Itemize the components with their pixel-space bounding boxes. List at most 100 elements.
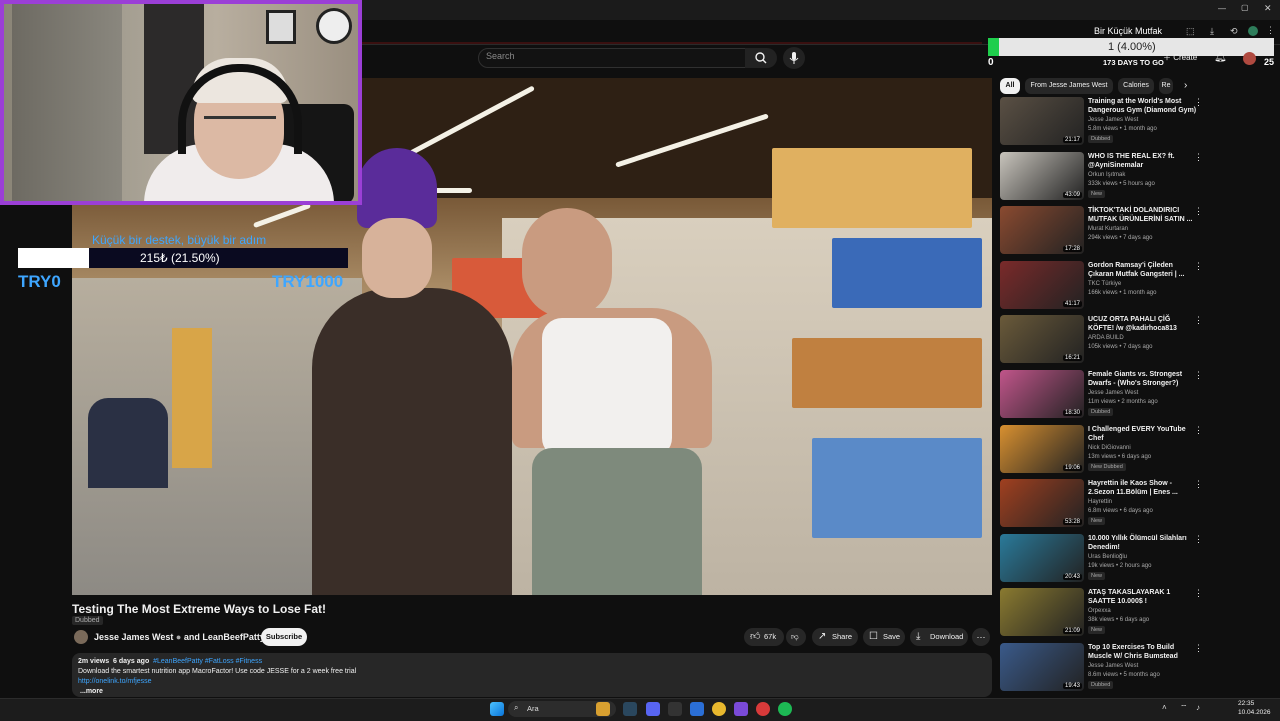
app-icon[interactable] — [690, 702, 704, 716]
kebab-menu-icon[interactable]: ⋮ — [1194, 97, 1203, 108]
extension-icon[interactable]: ⬚ — [1186, 26, 1195, 37]
related-video-channel[interactable]: Jesse James West — [1088, 663, 1138, 669]
spotify-icon[interactable] — [778, 702, 792, 716]
chevron-up-icon[interactable]: ˄ — [1162, 703, 1167, 712]
video-thumbnail[interactable]: 20:43 — [1000, 533, 1084, 582]
related-video-item[interactable]: 21:09 ATAŞ TAKASLAYARAK 1 SAATTE 10.000$ … — [1000, 588, 1210, 640]
related-video-item[interactable]: 17:28 TİKTOK'TAKİ DOLANDIRICI MUTFAK ÜRÜN… — [1000, 206, 1210, 258]
like-button[interactable]: 👍︎ 67k — [744, 628, 784, 646]
video-thumbnail[interactable]: 16:21 — [1000, 315, 1084, 364]
kebab-menu-icon[interactable]: ⋮ — [1194, 152, 1203, 163]
related-video-item[interactable]: 43:09 WHO IS THE REAL EX? ft. @AyniSinema… — [1000, 151, 1210, 204]
history-icon[interactable]: ⟲ — [1230, 26, 1238, 37]
profile-avatar[interactable] — [1248, 26, 1258, 36]
close-icon[interactable]: ✕ — [1264, 3, 1272, 14]
more-menu-icon[interactable]: ⋮ — [1266, 25, 1275, 36]
description-tags[interactable]: #LeanBeefPatty #FatLoss #Fitness — [153, 658, 262, 665]
related-video-title[interactable]: I Challenged EVERY YouTube Chef — [1088, 425, 1198, 443]
subscribe-button[interactable]: Subscribe — [261, 628, 307, 646]
channel-avatar[interactable] — [74, 630, 88, 644]
search-input[interactable]: Search — [486, 51, 515, 61]
wifi-icon[interactable]: ⌔ — [1180, 703, 1188, 713]
related-video-title[interactable]: UCUZ ORTA PAHALI ÇİĞ KÖFTE! /w @kadirhoc… — [1088, 315, 1198, 333]
related-video-title[interactable]: Gordon Ramsay'i Çileden Çıkaran Mutfak G… — [1088, 261, 1198, 279]
related-video-channel[interactable]: Orkun Işıtmak — [1088, 172, 1125, 178]
video-thumbnail[interactable]: 21:17 — [1000, 97, 1084, 145]
related-video-channel[interactable]: ARDA BUILD — [1088, 335, 1124, 341]
app-icon[interactable] — [756, 702, 770, 716]
minimize-icon[interactable]: — — [1218, 4, 1226, 13]
more-actions-icon[interactable]: ⋯ — [972, 628, 990, 646]
taskbar-time[interactable]: 22:35 — [1238, 700, 1254, 707]
app-icon[interactable] — [668, 702, 682, 716]
kebab-menu-icon[interactable]: ⋮ — [1194, 261, 1203, 272]
kebab-menu-icon[interactable]: ⋮ — [1194, 588, 1203, 599]
dislike-button[interactable]: 👎︎ — [786, 628, 806, 646]
discord-icon[interactable] — [646, 702, 660, 716]
related-video-channel[interactable]: Hayrettin — [1088, 499, 1112, 505]
chip-all[interactable]: All — [1000, 78, 1020, 94]
channel-name[interactable]: Jesse James West ● and LeanBeefPatty — [94, 632, 265, 642]
related-video-item[interactable]: 16:21 UCUZ ORTA PAHALI ÇİĞ KÖFTE! /w @kad… — [1000, 315, 1210, 367]
show-more-button[interactable]: ...more — [80, 688, 103, 695]
kebab-menu-icon[interactable]: ⋮ — [1194, 425, 1203, 436]
kebab-menu-icon[interactable]: ⋮ — [1194, 370, 1203, 381]
related-video-channel[interactable]: Jesse James West — [1088, 390, 1138, 396]
video-thumbnail[interactable]: 17:28 — [1000, 206, 1084, 255]
description-link[interactable]: http://onelink.to/mfjesse — [78, 678, 152, 685]
related-video-title[interactable]: Hayrettin ile Kaos Show - 2.Sezon 11.Böl… — [1088, 479, 1198, 497]
windows-start-icon[interactable] — [490, 702, 504, 716]
kebab-menu-icon[interactable]: ⋮ — [1194, 643, 1203, 654]
chip-from-channel[interactable]: From Jesse James West — [1025, 78, 1113, 94]
related-video-title[interactable]: Female Giants vs. Strongest Dwarfs - (Wh… — [1088, 370, 1198, 388]
chip-calories[interactable]: Calories — [1118, 78, 1154, 94]
kebab-menu-icon[interactable]: ⋮ — [1194, 479, 1203, 490]
video-thumbnail[interactable]: 21:09 — [1000, 588, 1084, 637]
download-button[interactable]: ⤓ Download — [910, 628, 968, 646]
maximize-icon[interactable]: ▢ — [1241, 3, 1249, 12]
related-video-channel[interactable]: Murat Kurtaran — [1088, 226, 1128, 232]
kebab-menu-icon[interactable]: ⋮ — [1194, 206, 1203, 217]
related-video-item[interactable]: 19:43 Top 10 Exercises To Build Muscle W/… — [1000, 643, 1210, 695]
steam-icon[interactable] — [623, 702, 637, 716]
related-video-channel[interactable]: Uras Benlioğlu — [1088, 554, 1127, 560]
related-video-item[interactable]: 20:43 10.000 Yıllık Ölümcül Silahları Den… — [1000, 533, 1210, 586]
kebab-menu-icon[interactable]: ⋮ — [1194, 315, 1203, 326]
video-thumbnail[interactable]: 53:28 — [1000, 479, 1084, 528]
video-thumbnail[interactable]: 19:43 — [1000, 643, 1084, 691]
video-thumbnail[interactable]: 43:09 — [1000, 151, 1084, 200]
video-thumbnail[interactable]: 19:06 — [1000, 424, 1084, 473]
video-thumbnail[interactable]: 41:17 — [1000, 260, 1084, 309]
save-button[interactable]: ☐ Save — [863, 628, 905, 646]
search-box[interactable] — [478, 48, 746, 68]
related-video-item[interactable]: 18:30 Female Giants vs. Strongest Dwarfs … — [1000, 370, 1210, 422]
voice-search-button[interactable] — [783, 47, 805, 69]
related-video-channel[interactable]: Orpexxa — [1088, 608, 1111, 614]
related-video-title[interactable]: 10.000 Yıllık Ölümcül Silahları Denedim! — [1088, 534, 1198, 552]
related-video-channel[interactable]: TKC Türkiye — [1088, 281, 1121, 287]
video-thumbnail[interactable]: 18:30 — [1000, 370, 1084, 418]
chevron-right-icon[interactable]: › — [1184, 80, 1187, 91]
related-video-item[interactable]: 41:17 Gordon Ramsay'i Çileden Çıkaran Mut… — [1000, 260, 1210, 313]
related-video-item[interactable]: 19:06 I Challenged EVERY YouTube Chef Nick… — [1000, 424, 1210, 477]
kebab-menu-icon[interactable]: ⋮ — [1194, 534, 1203, 545]
chip-recent[interactable]: Re — [1159, 78, 1173, 94]
app-icon[interactable] — [734, 702, 748, 716]
related-video-title[interactable]: WHO IS THE REAL EX? ft. @AyniSinemalar — [1088, 152, 1198, 170]
bell-icon[interactable]: 🔔︎ — [1214, 52, 1227, 63]
related-video-title[interactable]: TİKTOK'TAKİ DOLANDIRICI MUTFAK ÜRÜNLERİN… — [1088, 206, 1198, 224]
download-icon[interactable]: ⤓ — [1210, 26, 1214, 37]
related-video-item[interactable]: 21:17 Training at the World's Most Danger… — [1000, 97, 1210, 149]
related-video-item[interactable]: 53:28 Hayrettin ile Kaos Show - 2.Sezon 1… — [1000, 479, 1210, 531]
related-video-title[interactable]: ATAŞ TAKASLAYARAK 1 SAATTE 10.000$ ! — [1088, 588, 1198, 606]
chrome-icon[interactable] — [712, 702, 726, 716]
user-avatar[interactable] — [1243, 52, 1256, 65]
create-button[interactable]: ＋ Create — [1163, 52, 1197, 63]
related-video-title[interactable]: Training at the World's Most Dangerous G… — [1088, 97, 1198, 115]
related-video-channel[interactable]: Jesse James West — [1088, 117, 1138, 123]
related-video-channel[interactable]: Nick DiGiovanni — [1088, 445, 1131, 451]
share-button[interactable]: ↗ Share — [812, 628, 858, 646]
taskbar-date[interactable]: 10.04.2026 — [1238, 709, 1271, 716]
search-button[interactable] — [745, 48, 777, 68]
volume-icon[interactable]: ♪ — [1196, 703, 1200, 712]
